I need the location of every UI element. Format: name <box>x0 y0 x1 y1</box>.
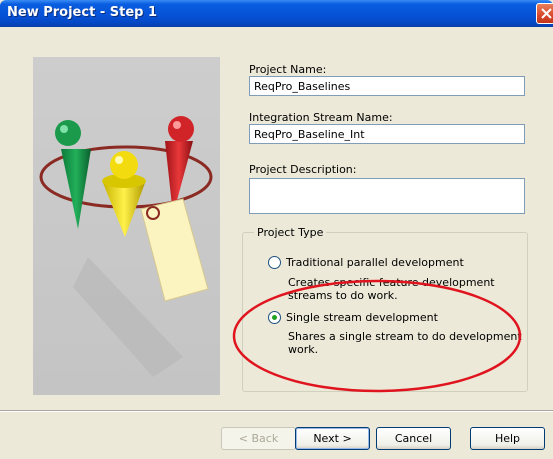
single-stream-label[interactable]: Single stream development <box>286 311 438 324</box>
traditional-parallel-description-line2: streams to do work. <box>288 289 398 302</box>
help-button[interactable]: Help <box>470 427 545 450</box>
traditional-parallel-radio[interactable] <box>268 256 281 269</box>
project-name-label: Project Name: <box>249 63 327 76</box>
single-stream-description-line2: work. <box>288 343 319 356</box>
single-stream-radio[interactable] <box>268 311 281 324</box>
description-label: Project Description: <box>249 163 357 176</box>
description-input[interactable] <box>249 178 525 214</box>
traditional-parallel-label[interactable]: Traditional parallel development <box>286 256 464 269</box>
next-button[interactable]: Next > <box>295 427 370 450</box>
project-name-input[interactable]: ReqPro_Baselines <box>249 76 525 96</box>
cancel-button[interactable]: Cancel <box>376 427 451 450</box>
stream-name-label: Integration Stream Name: <box>249 111 393 124</box>
wizard-illustration <box>33 57 220 395</box>
window-title: New Project - Step 1 <box>7 5 158 20</box>
project-type-legend: Project Type <box>254 226 327 239</box>
back-button[interactable]: < Back <box>221 427 296 450</box>
close-button[interactable] <box>536 3 553 24</box>
single-stream-description-line1: Shares a single stream to do development <box>288 330 522 343</box>
title-bar[interactable]: New Project - Step 1 <box>0 0 553 27</box>
button-separator <box>0 410 553 412</box>
close-icon <box>541 8 552 19</box>
stream-name-input[interactable]: ReqPro_Baseline_Int <box>249 124 525 144</box>
traditional-parallel-description-line1: Creates specific feature development <box>288 276 495 289</box>
